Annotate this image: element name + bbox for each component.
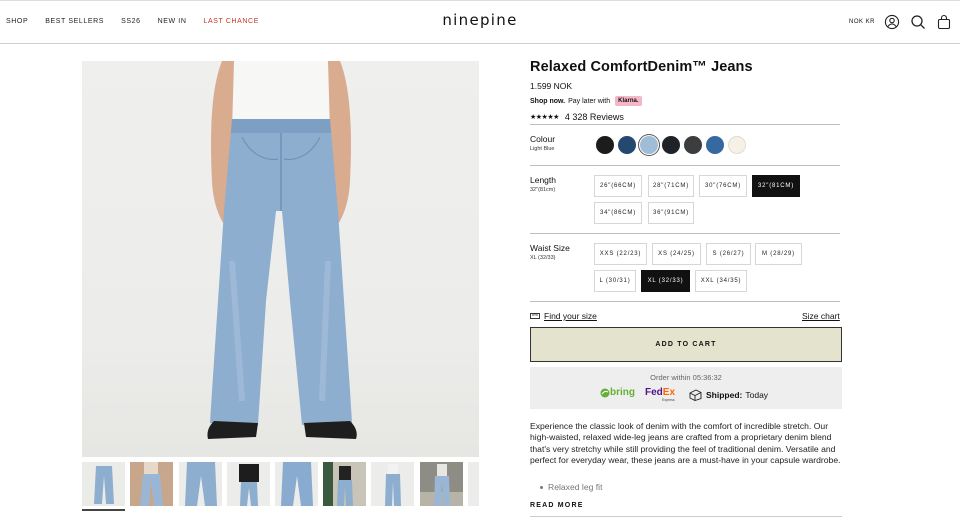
site-logo[interactable]: ninepine bbox=[0, 11, 960, 29]
length-option[interactable]: 36"(91CM) bbox=[648, 202, 694, 224]
colour-swatch[interactable] bbox=[706, 136, 724, 154]
size-chart-link[interactable]: Size chart bbox=[802, 311, 840, 321]
star-rating-icon: ★★★★★ bbox=[530, 114, 559, 121]
read-more-button[interactable]: READ MORE bbox=[530, 502, 584, 509]
fedex-ex: Ex bbox=[662, 387, 676, 398]
divider bbox=[530, 516, 842, 517]
bring-logo: bring bbox=[600, 387, 635, 398]
klarna-badge[interactable]: Klarna. bbox=[615, 96, 642, 106]
waist-option[interactable]: XL (32/33) bbox=[641, 270, 690, 292]
account-icon[interactable] bbox=[884, 14, 900, 30]
length-option[interactable]: 34"(86CM) bbox=[594, 202, 642, 224]
divider bbox=[530, 165, 840, 166]
feature-bullet: Relaxed leg fit bbox=[539, 482, 603, 492]
length-option[interactable]: 26"(66CM) bbox=[594, 175, 642, 197]
colour-swatch[interactable] bbox=[596, 136, 614, 154]
waist-option[interactable]: XXS (22/23) bbox=[594, 243, 647, 265]
colour-swatch[interactable] bbox=[640, 136, 658, 154]
shipping-info-box: Order within 05:36:32 bring FedEx Expres… bbox=[530, 367, 842, 409]
divider bbox=[530, 233, 840, 234]
thumbnail-3[interactable] bbox=[179, 462, 222, 506]
ruler-icon bbox=[530, 313, 540, 319]
order-within-countdown: Order within 05:36:32 bbox=[650, 373, 722, 382]
bring-leaf-icon bbox=[600, 388, 610, 397]
product-price: 1.599 NOK bbox=[530, 81, 573, 91]
shipped-today: Today bbox=[745, 390, 769, 400]
length-option[interactable]: 30"(76CM) bbox=[699, 175, 747, 197]
fedex-sub: Express bbox=[662, 398, 675, 402]
shipped-status: Shipped: Today bbox=[688, 389, 768, 401]
thumbnail-9[interactable] bbox=[468, 462, 479, 506]
length-option[interactable]: 32"(81CM) bbox=[752, 175, 800, 197]
thumbnail-4[interactable] bbox=[227, 462, 270, 506]
thumbnail-strip bbox=[82, 462, 479, 512]
thumbnail-active-indicator bbox=[82, 509, 125, 511]
pay-later-label: Pay later with bbox=[568, 97, 611, 105]
shop-now-label: Shop now. bbox=[530, 97, 566, 105]
waist-option[interactable]: L (30/31) bbox=[594, 270, 636, 292]
bring-label: bring bbox=[610, 387, 635, 398]
colour-swatch[interactable] bbox=[728, 136, 746, 154]
jeans-model-illustration bbox=[207, 61, 357, 439]
colour-swatch[interactable] bbox=[618, 136, 636, 154]
thumbnail-5[interactable] bbox=[275, 462, 318, 506]
colour-label: Colour bbox=[530, 134, 556, 144]
divider bbox=[530, 301, 840, 302]
add-to-cart-button[interactable]: ADD TO CART bbox=[530, 327, 842, 362]
waist-value: XL (32/33) bbox=[530, 255, 556, 261]
package-icon bbox=[689, 389, 702, 401]
reviews-count[interactable]: 4 328 Reviews bbox=[565, 112, 624, 122]
product-title: Relaxed ComfortDenim™ Jeans bbox=[530, 59, 753, 75]
find-your-size-link[interactable]: Find your size bbox=[530, 311, 597, 321]
waist-option[interactable]: XXL (34/35) bbox=[695, 270, 747, 292]
length-value: 32"(81cm) bbox=[530, 187, 556, 193]
thumbnail-2[interactable] bbox=[130, 462, 173, 506]
waist-option[interactable]: XS (24/25) bbox=[652, 243, 701, 265]
product-description: Experience the classic look of denim wit… bbox=[530, 421, 841, 465]
fedex-fe: Fed bbox=[645, 387, 663, 398]
find-your-size-label[interactable]: Find your size bbox=[544, 311, 597, 321]
bag-icon[interactable] bbox=[936, 14, 952, 30]
length-option[interactable]: 28"(71CM) bbox=[648, 175, 694, 197]
klarna-promo: Shop now. Pay later with Klarna. bbox=[530, 96, 642, 106]
site-header: SHOP BEST SELLERS SS26 NEW IN LAST CHANC… bbox=[0, 0, 960, 44]
colour-swatch[interactable] bbox=[662, 136, 680, 154]
thumbnail-7[interactable] bbox=[371, 462, 414, 506]
reviews-summary[interactable]: ★★★★★ 4 328 Reviews bbox=[530, 112, 624, 122]
shipped-label: Shipped: bbox=[706, 390, 743, 400]
length-label: Length bbox=[530, 175, 556, 185]
waist-option[interactable]: M (28/29) bbox=[755, 243, 802, 265]
currency-selector[interactable]: NOK KR bbox=[849, 19, 875, 25]
search-icon[interactable] bbox=[910, 14, 926, 30]
colour-swatch[interactable] bbox=[684, 136, 702, 154]
divider bbox=[530, 124, 840, 125]
thumbnail-1[interactable] bbox=[82, 462, 125, 506]
waist-label: Waist Size bbox=[530, 243, 570, 253]
thumbnail-8[interactable] bbox=[420, 462, 463, 506]
waist-option[interactable]: S (26/27) bbox=[706, 243, 751, 265]
colour-value: Light Blue bbox=[530, 146, 555, 152]
thumbnail-6[interactable] bbox=[323, 462, 366, 506]
product-main-image[interactable] bbox=[82, 61, 479, 457]
fedex-logo: FedEx Express bbox=[645, 387, 676, 402]
